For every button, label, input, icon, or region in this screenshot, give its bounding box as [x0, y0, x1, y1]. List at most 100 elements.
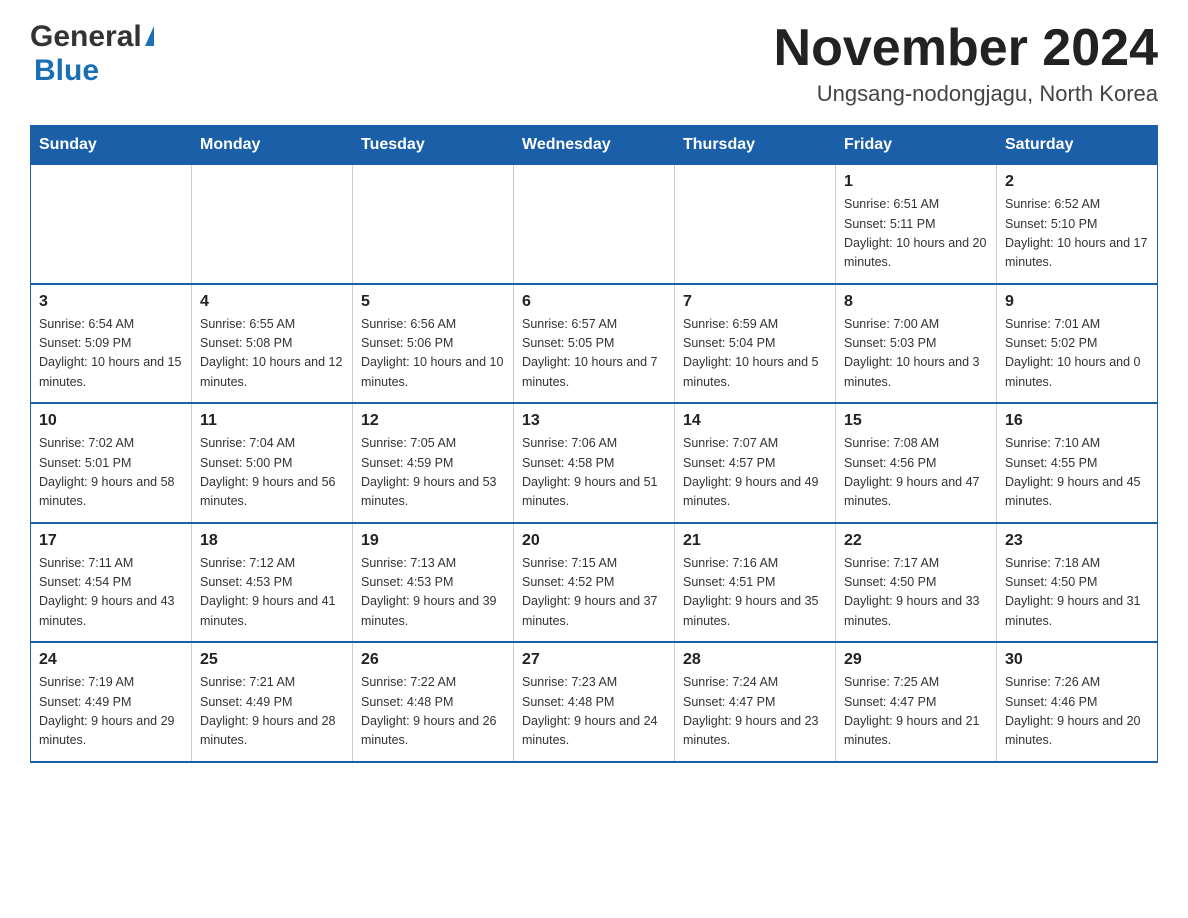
calendar-cell: 4 Sunrise: 6:55 AMSunset: 5:08 PMDaylight…: [192, 284, 353, 404]
weekday-header-friday: Friday: [836, 126, 997, 165]
calendar-cell: 3 Sunrise: 6:54 AMSunset: 5:09 PMDaylight…: [31, 284, 192, 404]
calendar-cell: 29 Sunrise: 7:25 AMSunset: 4:47 PMDayligh…: [836, 642, 997, 762]
cell-info: Sunrise: 7:12 AMSunset: 4:53 PMDaylight:…: [200, 554, 344, 632]
cell-day-number: 25: [200, 651, 344, 669]
logo: General Blue: [30, 20, 154, 88]
cell-day-number: 5: [361, 293, 505, 311]
calendar-cell: 25 Sunrise: 7:21 AMSunset: 4:49 PMDayligh…: [192, 642, 353, 762]
cell-info: Sunrise: 7:06 AMSunset: 4:58 PMDaylight:…: [522, 434, 666, 512]
calendar-cell: 14 Sunrise: 7:07 AMSunset: 4:57 PMDayligh…: [675, 403, 836, 523]
cell-day-number: 16: [1005, 412, 1149, 430]
cell-info: Sunrise: 7:24 AMSunset: 4:47 PMDaylight:…: [683, 673, 827, 751]
calendar-cell: 9 Sunrise: 7:01 AMSunset: 5:02 PMDaylight…: [997, 284, 1158, 404]
cell-info: Sunrise: 7:11 AMSunset: 4:54 PMDaylight:…: [39, 554, 183, 632]
cell-info: Sunrise: 7:04 AMSunset: 5:00 PMDaylight:…: [200, 434, 344, 512]
calendar-cell: 16 Sunrise: 7:10 AMSunset: 4:55 PMDayligh…: [997, 403, 1158, 523]
cell-info: Sunrise: 7:16 AMSunset: 4:51 PMDaylight:…: [683, 554, 827, 632]
calendar-cell: 7 Sunrise: 6:59 AMSunset: 5:04 PMDaylight…: [675, 284, 836, 404]
calendar-cell: 20 Sunrise: 7:15 AMSunset: 4:52 PMDayligh…: [514, 523, 675, 643]
cell-info: Sunrise: 6:52 AMSunset: 5:10 PMDaylight:…: [1005, 195, 1149, 273]
cell-day-number: 9: [1005, 293, 1149, 311]
cell-info: Sunrise: 7:08 AMSunset: 4:56 PMDaylight:…: [844, 434, 988, 512]
calendar-subtitle: Ungsang-nodongjagu, North Korea: [774, 81, 1158, 107]
calendar-cell: 6 Sunrise: 6:57 AMSunset: 5:05 PMDaylight…: [514, 284, 675, 404]
calendar-cell: [353, 165, 514, 284]
cell-day-number: 6: [522, 293, 666, 311]
cell-day-number: 14: [683, 412, 827, 430]
cell-info: Sunrise: 6:59 AMSunset: 5:04 PMDaylight:…: [683, 315, 827, 393]
calendar-cell: 24 Sunrise: 7:19 AMSunset: 4:49 PMDayligh…: [31, 642, 192, 762]
calendar-title: November 2024: [774, 20, 1158, 77]
cell-day-number: 17: [39, 532, 183, 550]
cell-info: Sunrise: 7:23 AMSunset: 4:48 PMDaylight:…: [522, 673, 666, 751]
calendar-cell: [31, 165, 192, 284]
cell-day-number: 8: [844, 293, 988, 311]
calendar-cell: 23 Sunrise: 7:18 AMSunset: 4:50 PMDayligh…: [997, 523, 1158, 643]
calendar-cell: 10 Sunrise: 7:02 AMSunset: 5:01 PMDayligh…: [31, 403, 192, 523]
cell-info: Sunrise: 7:26 AMSunset: 4:46 PMDaylight:…: [1005, 673, 1149, 751]
calendar-cell: 13 Sunrise: 7:06 AMSunset: 4:58 PMDayligh…: [514, 403, 675, 523]
calendar-cell: 26 Sunrise: 7:22 AMSunset: 4:48 PMDayligh…: [353, 642, 514, 762]
calendar-cell: 19Sunrise: 7:13 AMSunset: 4:53 PMDayligh…: [353, 523, 514, 643]
calendar-week-row: 10 Sunrise: 7:02 AMSunset: 5:01 PMDayligh…: [31, 403, 1158, 523]
cell-day-number: 28: [683, 651, 827, 669]
cell-info: Sunrise: 7:07 AMSunset: 4:57 PMDaylight:…: [683, 434, 827, 512]
calendar-cell: 21Sunrise: 7:16 AMSunset: 4:51 PMDayligh…: [675, 523, 836, 643]
cell-info: Sunrise: 7:21 AMSunset: 4:49 PMDaylight:…: [200, 673, 344, 751]
cell-info: Sunrise: 7:18 AMSunset: 4:50 PMDaylight:…: [1005, 554, 1149, 632]
cell-day-number: 13: [522, 412, 666, 430]
cell-info: Sunrise: 7:00 AMSunset: 5:03 PMDaylight:…: [844, 315, 988, 393]
calendar-cell: 5 Sunrise: 6:56 AMSunset: 5:06 PMDaylight…: [353, 284, 514, 404]
cell-day-number: 23: [1005, 532, 1149, 550]
cell-day-number: 22: [844, 532, 988, 550]
cell-info: Sunrise: 7:17 AMSunset: 4:50 PMDaylight:…: [844, 554, 988, 632]
cell-day-number: 26: [361, 651, 505, 669]
logo-blue-text: Blue: [34, 54, 99, 87]
cell-day-number: 27: [522, 651, 666, 669]
logo-general-text: General: [30, 20, 142, 54]
calendar-cell: [192, 165, 353, 284]
cell-info: Sunrise: 7:10 AMSunset: 4:55 PMDaylight:…: [1005, 434, 1149, 512]
calendar-cell: 22 Sunrise: 7:17 AMSunset: 4:50 PMDayligh…: [836, 523, 997, 643]
weekday-header-saturday: Saturday: [997, 126, 1158, 165]
cell-info: Sunrise: 7:01 AMSunset: 5:02 PMDaylight:…: [1005, 315, 1149, 393]
calendar-week-row: 24 Sunrise: 7:19 AMSunset: 4:49 PMDayligh…: [31, 642, 1158, 762]
calendar-table: SundayMondayTuesdayWednesdayThursdayFrid…: [30, 125, 1158, 763]
cell-info: Sunrise: 6:55 AMSunset: 5:08 PMDaylight:…: [200, 315, 344, 393]
cell-day-number: 11: [200, 412, 344, 430]
calendar-week-row: 1Sunrise: 6:51 AMSunset: 5:11 PMDaylight…: [31, 165, 1158, 284]
weekday-header-monday: Monday: [192, 126, 353, 165]
cell-day-number: 1: [844, 173, 988, 191]
calendar-cell: 1Sunrise: 6:51 AMSunset: 5:11 PMDaylight…: [836, 165, 997, 284]
calendar-cell: 17 Sunrise: 7:11 AMSunset: 4:54 PMDayligh…: [31, 523, 192, 643]
weekday-header-wednesday: Wednesday: [514, 126, 675, 165]
cell-info: Sunrise: 7:25 AMSunset: 4:47 PMDaylight:…: [844, 673, 988, 751]
cell-day-number: 10: [39, 412, 183, 430]
cell-info: Sunrise: 6:57 AMSunset: 5:05 PMDaylight:…: [522, 315, 666, 393]
cell-day-number: 24: [39, 651, 183, 669]
calendar-cell: [675, 165, 836, 284]
header: General Blue November 2024 Ungsang-nodon…: [30, 20, 1158, 107]
weekday-header-row: SundayMondayTuesdayWednesdayThursdayFrid…: [31, 126, 1158, 165]
cell-day-number: 15: [844, 412, 988, 430]
calendar-week-row: 3 Sunrise: 6:54 AMSunset: 5:09 PMDaylight…: [31, 284, 1158, 404]
calendar-cell: 18Sunrise: 7:12 AMSunset: 4:53 PMDayligh…: [192, 523, 353, 643]
cell-info: Sunrise: 7:02 AMSunset: 5:01 PMDaylight:…: [39, 434, 183, 512]
weekday-header-tuesday: Tuesday: [353, 126, 514, 165]
cell-day-number: 20: [522, 532, 666, 550]
calendar-cell: 27 Sunrise: 7:23 AMSunset: 4:48 PMDayligh…: [514, 642, 675, 762]
cell-info: Sunrise: 6:54 AMSunset: 5:09 PMDaylight:…: [39, 315, 183, 393]
calendar-cell: 11 Sunrise: 7:04 AMSunset: 5:00 PMDayligh…: [192, 403, 353, 523]
cell-info: Sunrise: 7:22 AMSunset: 4:48 PMDaylight:…: [361, 673, 505, 751]
calendar-cell: 12Sunrise: 7:05 AMSunset: 4:59 PMDayligh…: [353, 403, 514, 523]
cell-day-number: 30: [1005, 651, 1149, 669]
cell-info: Sunrise: 6:56 AMSunset: 5:06 PMDaylight:…: [361, 315, 505, 393]
cell-day-number: 3: [39, 293, 183, 311]
cell-day-number: 29: [844, 651, 988, 669]
cell-info: Sunrise: 7:19 AMSunset: 4:49 PMDaylight:…: [39, 673, 183, 751]
cell-info: Sunrise: 7:15 AMSunset: 4:52 PMDaylight:…: [522, 554, 666, 632]
title-area: November 2024 Ungsang-nodongjagu, North …: [774, 20, 1158, 107]
cell-day-number: 7: [683, 293, 827, 311]
calendar-cell: [514, 165, 675, 284]
cell-day-number: 4: [200, 293, 344, 311]
